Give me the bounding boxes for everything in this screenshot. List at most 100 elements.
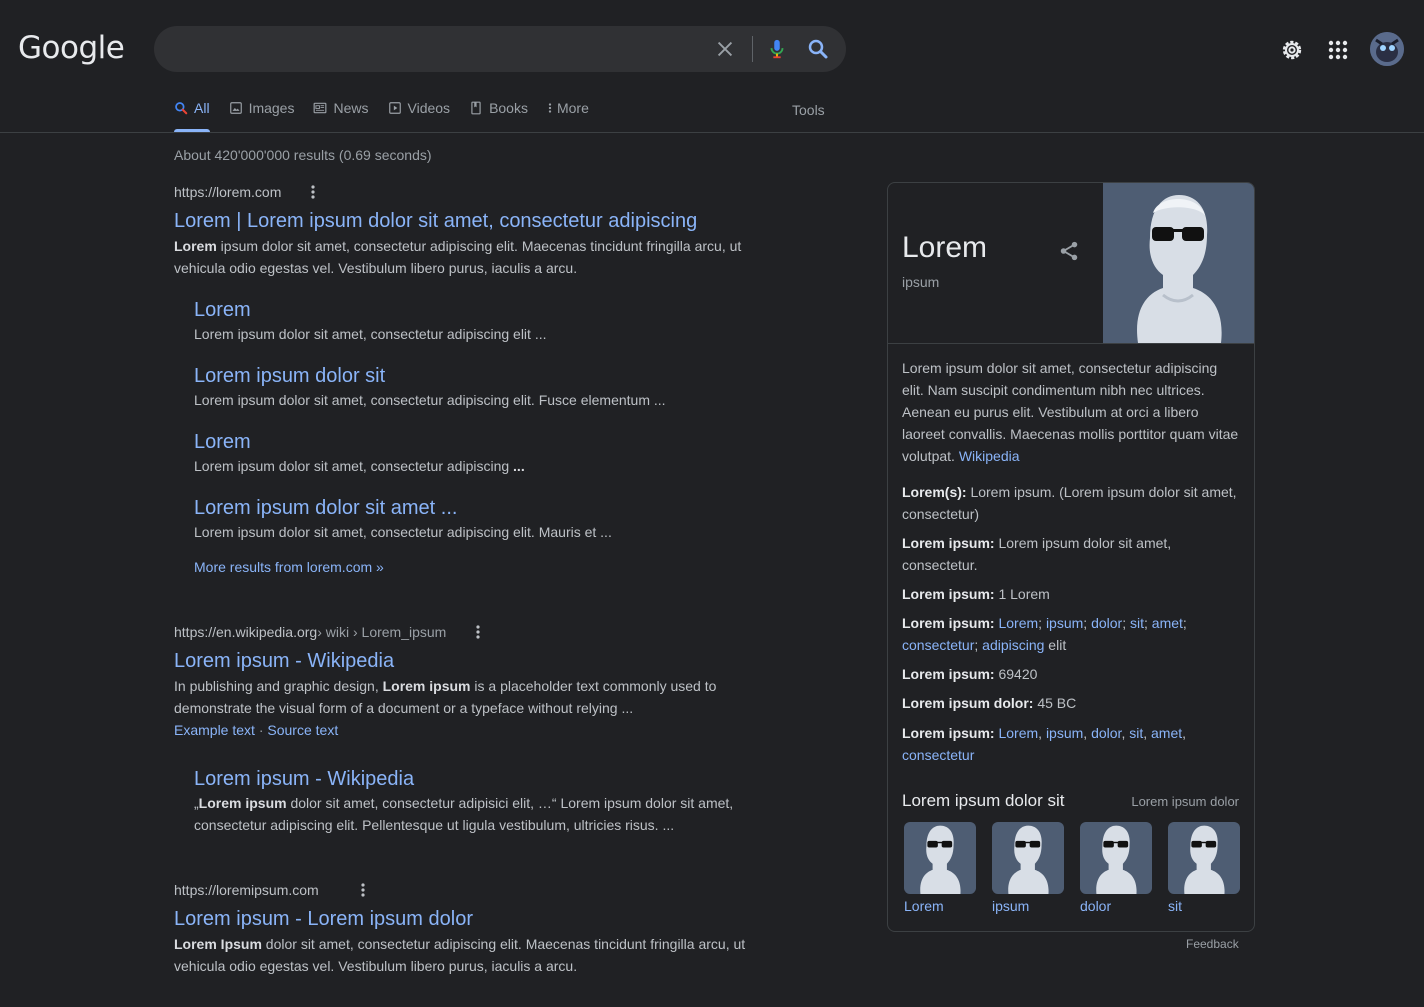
fact-label: Lorem ipsum: — [902, 725, 995, 741]
bust-statue-icon — [1137, 195, 1222, 343]
tab-videos[interactable]: Videos — [388, 100, 450, 132]
result-title-link[interactable]: Lorem | Lorem ipsum dolor sit amet, cons… — [174, 208, 764, 234]
fact-link[interactable]: dolor — [1091, 615, 1122, 631]
result-url: https://en.wikipedia.org › wiki › Lorem_… — [174, 623, 764, 641]
tab-books[interactable]: Books — [469, 100, 528, 132]
related-label[interactable]: dolor — [1080, 898, 1111, 914]
related-thumbnail[interactable] — [1168, 822, 1240, 894]
fact-separator: , — [1182, 725, 1187, 741]
sitelink-snippet: Lorem ipsum dolor sit amet, consectetur … — [194, 455, 754, 477]
fact-link[interactable]: consectetur — [902, 747, 974, 763]
related-label[interactable]: sit — [1168, 898, 1182, 914]
search-result: https://en.wikipedia.org › wiki › Lorem_… — [174, 623, 764, 741]
more-options-icon[interactable] — [305, 183, 321, 201]
fact-link[interactable]: Lorem — [998, 725, 1038, 741]
tab-label: All — [194, 100, 210, 116]
example-text-link[interactable]: Example text — [174, 722, 255, 738]
tab-news[interactable]: News — [313, 100, 369, 132]
result-snippet: In publishing and graphic design, Lorem … — [174, 675, 764, 719]
kp-fact: Lorem ipsum: Lorem; ipsum; dolor; sit; a… — [902, 612, 1244, 656]
wikipedia-link[interactable]: Wikipedia — [959, 448, 1020, 464]
fact-label: Lorem(s): — [902, 484, 967, 500]
related-more-link[interactable]: Lorem ipsum dolor — [1131, 794, 1239, 809]
sub-result: Lorem ipsum - Wikipedia „Lorem ipsum dol… — [194, 766, 754, 836]
related-label[interactable]: Lorem — [904, 898, 944, 914]
feedback-link[interactable]: Feedback — [1186, 937, 1239, 951]
result-snippet: Lorem ipsum dolor sit amet, consectetur … — [174, 235, 764, 279]
more-results-link[interactable]: More results from lorem.com » — [194, 559, 384, 575]
snippet-bold: Lorem — [174, 238, 217, 254]
sitelink-title[interactable]: Lorem — [194, 429, 754, 455]
sitelink: Lorem Lorem ipsum dolor sit amet, consec… — [194, 297, 754, 345]
fact-link[interactable]: Lorem — [998, 615, 1038, 631]
fact-link[interactable]: sit — [1129, 725, 1143, 741]
sub-result-title[interactable]: Lorem ipsum - Wikipedia — [194, 766, 754, 792]
snippet-bold: ... — [513, 458, 525, 474]
more-options-icon[interactable] — [355, 881, 371, 899]
source-text-link[interactable]: Source text — [267, 722, 338, 738]
fact-link[interactable]: sit — [1130, 615, 1144, 631]
share-icon[interactable] — [1058, 240, 1080, 262]
fact-link[interactable]: adipiscing — [982, 637, 1044, 653]
result-snippet: Lorem Ipsum dolor sit amet, consectetur … — [174, 933, 764, 977]
result-title-link[interactable]: Lorem ipsum - Lorem ipsum dolor — [174, 906, 764, 932]
kp-fact: Lorem ipsum dolor: 45 BC — [902, 692, 1244, 714]
fact-link[interactable]: consectetur — [902, 637, 974, 653]
bust-statue-icon — [1096, 825, 1137, 894]
microphone-icon[interactable] — [766, 37, 788, 61]
search-input[interactable] — [174, 26, 698, 74]
sitelink-title[interactable]: Lorem — [194, 297, 754, 323]
search-icon[interactable] — [806, 37, 830, 61]
apps-grid-icon[interactable] — [1326, 38, 1350, 62]
fact-separator: ; — [1038, 615, 1046, 631]
result-breadcrumb: › wiki › Lorem_ipsum — [317, 624, 447, 640]
tab-images[interactable]: Images — [229, 100, 294, 132]
sitelink-title[interactable]: Lorem ipsum dolor sit — [194, 363, 754, 389]
fact-link[interactable]: amet — [1151, 725, 1182, 741]
tab-more[interactable]: More — [547, 100, 589, 132]
sitelink: Lorem ipsum dolor sit Lorem ipsum dolor … — [194, 363, 754, 411]
related-thumbnail[interactable] — [904, 822, 976, 894]
image-icon — [229, 102, 242, 114]
gear-icon[interactable] — [1280, 38, 1304, 62]
tab-all[interactable]: All — [174, 100, 210, 132]
kp-main-image[interactable] — [1103, 183, 1254, 343]
clear-icon[interactable] — [714, 38, 736, 60]
fact-link[interactable]: ipsum — [1046, 725, 1083, 741]
fact-label: Lorem ipsum: — [902, 615, 995, 631]
fact-label: Lorem ipsum dolor: — [902, 695, 1034, 711]
related-label[interactable]: ipsum — [992, 898, 1029, 914]
fact-link[interactable]: dolor — [1091, 725, 1121, 741]
link-separator: · — [254, 722, 268, 738]
sitelink-snippet: Lorem ipsum dolor sit amet, consectetur … — [194, 326, 547, 342]
tab-label: News — [333, 100, 369, 116]
snippet-bold: Lorem ipsum — [198, 795, 287, 811]
more-vert-icon — [548, 103, 552, 113]
kp-fact: Lorem(s): Lorem ipsum. (Lorem ipsum dolo… — [902, 481, 1244, 525]
related-thumbnail[interactable] — [1080, 822, 1152, 894]
bust-statue-icon — [920, 825, 961, 894]
google-logo[interactable]: Google — [18, 30, 125, 66]
search-box[interactable] — [154, 26, 846, 74]
related-thumbnail[interactable] — [992, 822, 1064, 894]
result-url-text: https://lorem.com — [174, 184, 282, 200]
result-links: Example text · Source text — [174, 719, 764, 741]
more-options-icon[interactable] — [470, 623, 486, 641]
fact-label: Lorem ipsum: — [902, 535, 995, 551]
snippet-text: Lorem ipsum dolor sit amet, consectetur … — [194, 458, 514, 474]
fact-value: elit — [1044, 637, 1067, 653]
fact-separator: ; — [974, 637, 983, 653]
fact-separator: ; — [1182, 615, 1187, 631]
search-separator — [752, 36, 753, 62]
result-title-link[interactable]: Lorem ipsum - Wikipedia — [174, 648, 764, 674]
play-icon — [388, 102, 401, 114]
kp-fact: Lorem ipsum: Lorem, ipsum, dolor, sit, a… — [902, 722, 1244, 766]
tools-button[interactable]: Tools — [792, 102, 825, 118]
sitelink-snippet: Lorem ipsum dolor sit amet, consectetur … — [194, 392, 666, 408]
fact-link[interactable]: amet — [1152, 615, 1183, 631]
snippet-bold: Lorem Ipsum — [174, 936, 262, 952]
sitelink-title[interactable]: Lorem ipsum dolor sit amet ... — [194, 495, 754, 521]
fact-link[interactable]: ipsum — [1046, 615, 1083, 631]
avatar[interactable] — [1370, 32, 1404, 66]
result-stats: About 420'000'000 results (0.69 seconds) — [174, 147, 432, 163]
